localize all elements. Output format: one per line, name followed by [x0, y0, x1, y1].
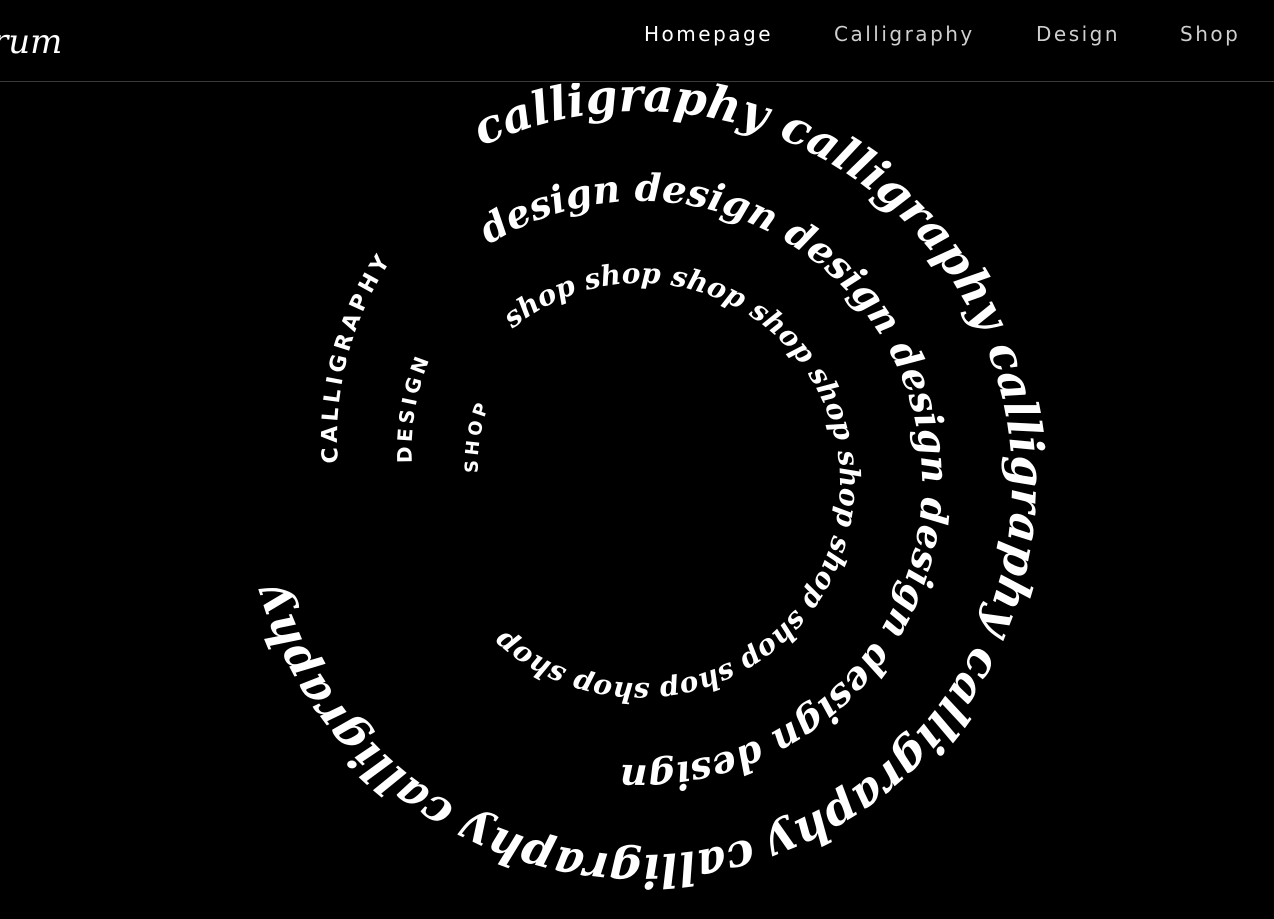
ring-label-shop-text: SHOP: [462, 397, 491, 473]
ring-label-design-text: DESIGN: [393, 349, 432, 463]
logo-text[interactable]: rum: [0, 22, 62, 62]
calligraphy-rings: CALLIGRAPHY DESIGN SHOP calligraphy call…: [240, 83, 1055, 898]
hero-section: CALLIGRAPHY DESIGN SHOP calligraphy call…: [0, 83, 1274, 919]
nav-homepage[interactable]: Homepage: [644, 18, 773, 50]
ring-middle-words: design design design design design desig…: [471, 165, 958, 802]
ring-inner-path: shop shop shop shop shop shop shop shop …: [487, 257, 866, 709]
ring-label-design: DESIGN: [393, 349, 436, 463]
ring-label-calligraphy: CALLIGRAPHY: [318, 248, 397, 464]
site-logo[interactable]: rum: [0, 22, 80, 62]
nav-design[interactable]: Design: [1036, 18, 1120, 50]
ring-label-shop: SHOP: [462, 397, 495, 473]
site-header: rum Homepage Calligraphy Design Shop: [0, 0, 1274, 82]
nav-shop[interactable]: Shop: [1180, 18, 1240, 50]
ring-inner-words: shop shop shop shop shop shop shop shop …: [487, 257, 866, 709]
ring-label-calligraphy-text: CALLIGRAPHY: [318, 248, 393, 464]
nav-calligraphy[interactable]: Calligraphy: [834, 18, 975, 50]
ring-middle-path: design design design design design desig…: [471, 165, 958, 802]
